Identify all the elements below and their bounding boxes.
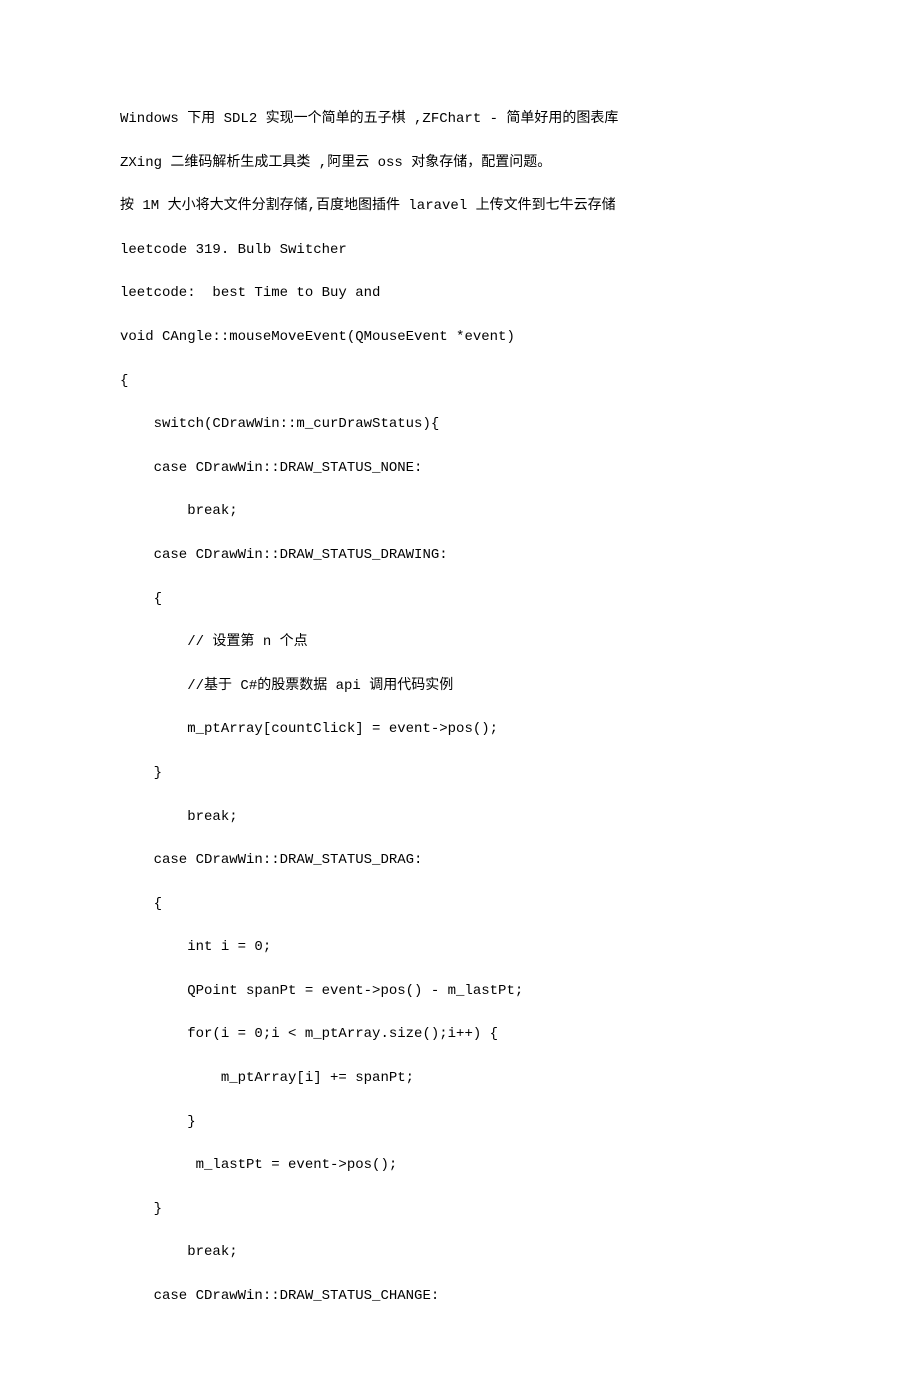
code-line: switch(CDrawWin::m_curDrawStatus){: [120, 415, 800, 435]
code-line: break;: [120, 1243, 800, 1263]
text-line: leetcode: best Time to Buy and: [120, 284, 800, 304]
code-line: void CAngle::mouseMoveEvent(QMouseEvent …: [120, 328, 800, 348]
code-line: }: [120, 1200, 800, 1220]
code-line: break;: [120, 502, 800, 522]
text-line: Windows 下用 SDL2 实现一个简单的五子棋 ,ZFChart - 简单…: [120, 110, 800, 130]
code-line: m_lastPt = event->pos();: [120, 1156, 800, 1176]
code-line: m_ptArray[i] += spanPt;: [120, 1069, 800, 1089]
code-line: break;: [120, 808, 800, 828]
code-line: case CDrawWin::DRAW_STATUS_DRAG:: [120, 851, 800, 871]
code-line: case CDrawWin::DRAW_STATUS_DRAWING:: [120, 546, 800, 566]
code-line: QPoint spanPt = event->pos() - m_lastPt;: [120, 982, 800, 1002]
text-line: ZXing 二维码解析生成工具类 ,阿里云 oss 对象存储，配置问题。: [120, 154, 800, 174]
code-line: //基于 C#的股票数据 api 调用代码实例: [120, 677, 800, 697]
document-page: Windows 下用 SDL2 实现一个简单的五子棋 ,ZFChart - 简单…: [0, 0, 920, 1391]
text-line: leetcode 319. Bulb Switcher: [120, 241, 800, 261]
code-line: {: [120, 372, 800, 392]
text-line: 按 1M 大小将大文件分割存储,百度地图插件 laravel 上传文件到七牛云存…: [120, 197, 800, 217]
code-line: case CDrawWin::DRAW_STATUS_NONE:: [120, 459, 800, 479]
code-line: {: [120, 590, 800, 610]
code-line: case CDrawWin::DRAW_STATUS_CHANGE:: [120, 1287, 800, 1307]
code-line: }: [120, 764, 800, 784]
code-line: m_ptArray[countClick] = event->pos();: [120, 720, 800, 740]
code-line: // 设置第 n 个点: [120, 633, 800, 653]
code-line: int i = 0;: [120, 938, 800, 958]
code-line: for(i = 0;i < m_ptArray.size();i++) {: [120, 1025, 800, 1045]
code-line: {: [120, 895, 800, 915]
code-line: }: [120, 1113, 800, 1133]
